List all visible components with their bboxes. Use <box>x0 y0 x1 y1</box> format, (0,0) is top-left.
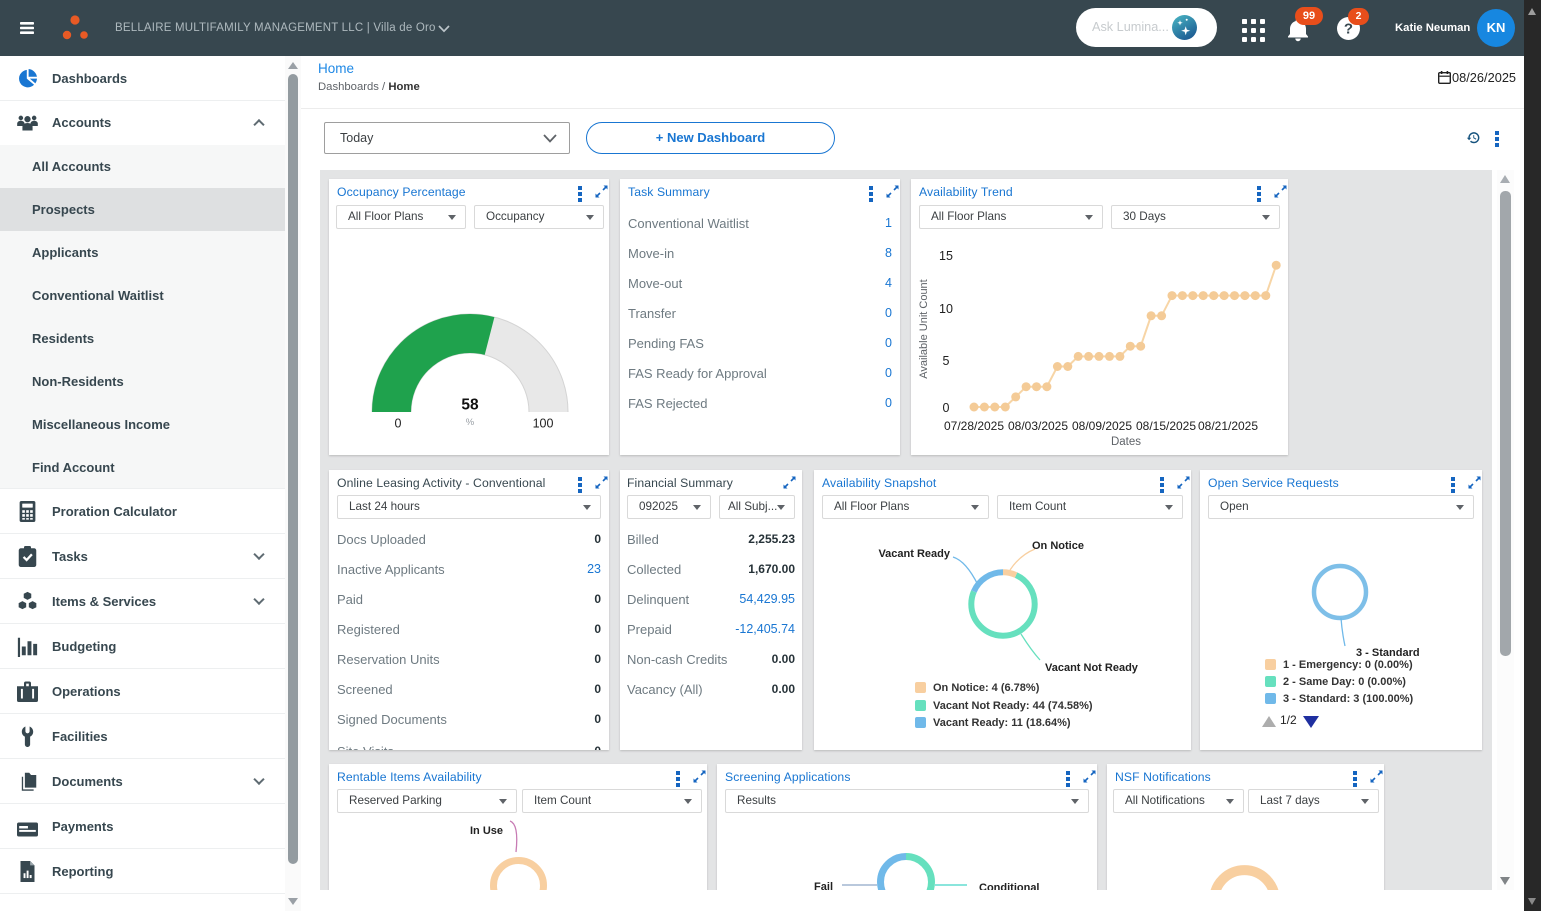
svg-text:58: 58 <box>461 397 479 414</box>
svg-text:Vacant Ready: Vacant Ready <box>878 548 950 560</box>
svg-text:Available Unit Count: Available Unit Count <box>918 279 930 378</box>
svg-text:On Notice: On Notice <box>1032 540 1084 552</box>
svg-text:10: 10 <box>939 302 953 316</box>
svg-text:07/28/2025: 07/28/2025 <box>944 419 1004 433</box>
svg-text:15: 15 <box>939 249 953 263</box>
svg-text:0: 0 <box>943 401 950 415</box>
svg-text:08/15/2025: 08/15/2025 <box>1136 419 1196 433</box>
svg-text:100: 100 <box>533 417 554 431</box>
svg-text:In Use: In Use <box>470 825 503 837</box>
svg-text:3 - Standard: 3 - Standard <box>1356 647 1420 659</box>
svg-text:Dates: Dates <box>1111 436 1141 448</box>
svg-text:0: 0 <box>395 417 402 431</box>
svg-text:Fail: Fail <box>814 881 833 890</box>
svg-text:%: % <box>466 417 475 428</box>
svg-text:08/21/2025: 08/21/2025 <box>1198 419 1258 433</box>
svg-text:5: 5 <box>943 354 950 368</box>
svg-text:Conditional: Conditional <box>979 882 1040 890</box>
svg-text:08/09/2025: 08/09/2025 <box>1072 419 1132 433</box>
svg-text:08/03/2025: 08/03/2025 <box>1008 419 1068 433</box>
svg-text:Vacant Not Ready: Vacant Not Ready <box>1045 662 1139 674</box>
